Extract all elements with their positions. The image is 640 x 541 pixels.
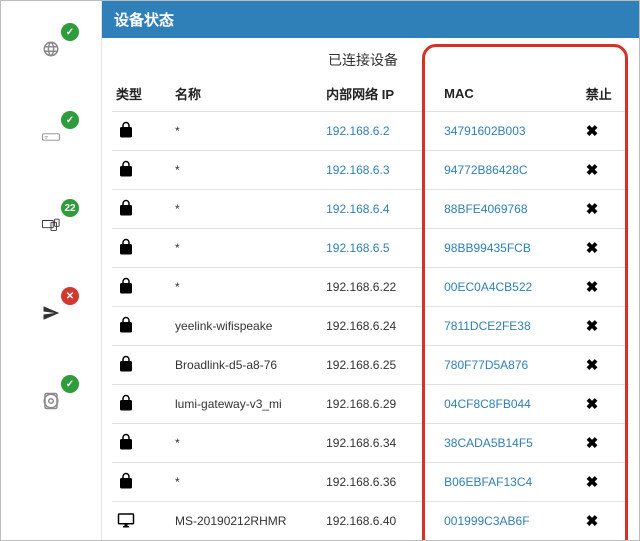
device-mac[interactable]: 38CADA5B14F5 [440,424,582,463]
page-title: 设备状态 [102,1,639,38]
block-button[interactable]: ✖ [586,435,599,452]
table-row: MS-20190212RHMR192.168.6.40001999C3AB6F✖ [112,502,629,541]
col-type: 类型 [112,76,171,112]
check-badge: ✓ [61,111,79,129]
device-table: 类型 名称 内部网络 IP MAC 禁止 *192.168.6.23479160… [112,76,629,540]
device-ip: 192.168.6.22 [322,268,440,307]
device-mac[interactable]: 780F77D5A876 [440,346,582,385]
sidebar: ✓ ✓ 22 ✕ ✓ [1,1,102,540]
lock-icon [116,315,136,335]
device-mac[interactable]: B06EBFAF13C4 [440,463,582,502]
lock-icon [116,276,136,296]
device-name: * [171,268,322,307]
sidebar-item-devices[interactable]: 22 [21,205,81,245]
lock-icon [116,471,136,491]
table-row: Broadlink-d5-a8-76192.168.6.25780F77D5A8… [112,346,629,385]
block-button[interactable]: ✖ [586,513,599,530]
device-mac[interactable]: 00EC0A4CB522 [440,268,582,307]
device-ip: 192.168.6.34 [322,424,440,463]
monitor-icon [116,510,136,530]
device-name: yeelink-wifispeake [171,307,322,346]
block-button[interactable]: ✖ [586,162,599,179]
device-mac[interactable]: 34791602B003 [440,112,582,151]
device-mac[interactable]: 94772B86428C [440,151,582,190]
device-name: MS-20190212RHMR [171,502,322,541]
sidebar-item-wifi[interactable]: ✓ [21,117,81,157]
table-row: *192.168.6.2200EC0A4CB522✖ [112,268,629,307]
block-button[interactable]: ✖ [586,318,599,335]
block-button[interactable]: ✖ [586,240,599,257]
error-badge: ✕ [61,287,79,305]
device-ip[interactable]: 192.168.6.4 [322,190,440,229]
device-mac[interactable]: 98BB99435FCB [440,229,582,268]
devices-icon [41,215,61,235]
device-ip: 192.168.6.40 [322,502,440,541]
main-panel: 设备状态 已连接设备 类型 名称 内部网络 IP MAC 禁止 *192.168… [102,1,639,540]
sidebar-item-storage[interactable]: ✓ [21,381,81,421]
device-mac[interactable]: 04CF8C8FB044 [440,385,582,424]
table-row: *192.168.6.598BB99435FCB✖ [112,229,629,268]
lock-icon [116,237,136,257]
lock-icon [116,393,136,413]
count-badge: 22 [61,199,79,217]
device-ip: 192.168.6.29 [322,385,440,424]
table-row: lumi-gateway-v3_mi192.168.6.2904CF8C8FB0… [112,385,629,424]
sidebar-item-send[interactable]: ✕ [21,293,81,333]
col-name: 名称 [171,76,322,112]
globe-icon [41,39,61,59]
table-row: *192.168.6.36B06EBFAF13C4✖ [112,463,629,502]
device-name: * [171,112,322,151]
device-mac[interactable]: 7811DCE2FE38 [440,307,582,346]
device-ip[interactable]: 192.168.6.3 [322,151,440,190]
block-button[interactable]: ✖ [586,357,599,374]
device-name: * [171,463,322,502]
device-mac[interactable]: 001999C3AB6F [440,502,582,541]
check-badge: ✓ [61,23,79,41]
lock-icon [116,354,136,374]
lock-icon [116,432,136,452]
phone-wifi-icon [41,127,61,147]
table-row: *192.168.6.234791602B003✖ [112,112,629,151]
section-title: 已连接设备 [112,44,629,76]
device-name: Broadlink-d5-a8-76 [171,346,322,385]
lock-icon [116,120,136,140]
device-name: lumi-gateway-v3_mi [171,385,322,424]
check-badge: ✓ [61,375,79,393]
col-block: 禁止 [582,76,629,112]
paper-plane-icon [41,303,61,323]
hdd-icon [41,391,61,411]
device-name: * [171,424,322,463]
table-row: *192.168.6.394772B86428C✖ [112,151,629,190]
block-button[interactable]: ✖ [586,123,599,140]
device-ip[interactable]: 192.168.6.2 [322,112,440,151]
device-name: * [171,229,322,268]
device-ip: 192.168.6.36 [322,463,440,502]
device-ip: 192.168.6.24 [322,307,440,346]
col-ip: 内部网络 IP [322,76,440,112]
table-row: *192.168.6.488BFE4069768✖ [112,190,629,229]
block-button[interactable]: ✖ [586,396,599,413]
device-ip: 192.168.6.25 [322,346,440,385]
device-ip[interactable]: 192.168.6.5 [322,229,440,268]
block-button[interactable]: ✖ [586,474,599,491]
device-name: * [171,151,322,190]
block-button[interactable]: ✖ [586,201,599,218]
col-mac: MAC [440,76,582,112]
device-name: * [171,190,322,229]
table-row: *192.168.6.3438CADA5B14F5✖ [112,424,629,463]
lock-icon [116,198,136,218]
lock-icon [116,159,136,179]
sidebar-item-status[interactable]: ✓ [21,29,81,69]
table-row: yeelink-wifispeake192.168.6.247811DCE2FE… [112,307,629,346]
device-mac[interactable]: 88BFE4069768 [440,190,582,229]
block-button[interactable]: ✖ [586,279,599,296]
